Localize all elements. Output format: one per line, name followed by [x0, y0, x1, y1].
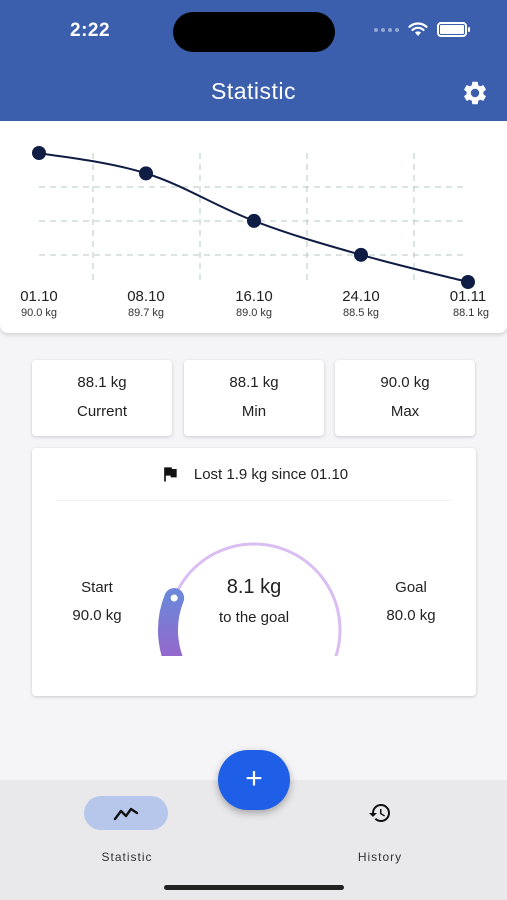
x-tick-label: 08.10 [127, 288, 165, 305]
x-tick-label: 16.10 [235, 288, 273, 305]
lost-text: Lost 1.9 kg since 01.10 [193, 465, 349, 483]
goal-progress-card: Lost 1.9 kg since 01.10 Start 90.0 kg Go… [32, 448, 476, 696]
stat-card-current: 88.1 kg Current [32, 360, 172, 436]
tab-label: Statistic [101, 850, 153, 864]
lost-summary: Lost 1.9 kg since 01.10 [32, 464, 476, 484]
data-point [247, 213, 261, 228]
stat-card-min: 88.1 kg Min [184, 360, 324, 436]
wifi-icon [408, 22, 428, 36]
stat-label: Max [390, 403, 420, 420]
stat-label: Current [76, 403, 128, 420]
gauge-fill [158, 588, 185, 656]
weight-label: 88.1 kg [453, 307, 489, 319]
home-indicator [164, 885, 344, 890]
trend-icon [113, 807, 139, 821]
gauge-knob [170, 594, 178, 602]
start-label: Start [81, 579, 113, 596]
stat-value: 88.1 kg [229, 374, 279, 391]
weight-label: 90.0 kg [21, 307, 57, 319]
tab-history[interactable]: History [315, 796, 445, 864]
stat-card-max: 90.0 kg Max [335, 360, 475, 436]
data-point [139, 166, 153, 181]
start-value: 90.0 kg [72, 607, 122, 624]
history-icon [369, 804, 390, 822]
battery-icon [437, 22, 470, 37]
tab-statistic[interactable]: Statistic [62, 796, 192, 864]
data-point [32, 146, 46, 160]
page-title: Statistic [210, 78, 297, 104]
goal-value: 80.0 kg [386, 607, 436, 624]
weight-label: 89.0 kg [236, 307, 272, 319]
stat-value: 90.0 kg [380, 374, 430, 391]
cellular-signal-icon [374, 27, 399, 32]
gear-icon[interactable] [461, 79, 489, 107]
weight-label: 88.5 kg [343, 307, 379, 319]
weight-line-chart: 01.10 90.0 kg 08.10 89.7 kg 16.10 89.0 kg 24.1… [20, 146, 489, 319]
x-tick-label: 24.10 [342, 288, 380, 305]
x-tick-label: 01.11 [450, 288, 486, 305]
tab-label: History [357, 850, 403, 864]
stat-label: Min [241, 403, 267, 420]
data-point [354, 247, 368, 262]
flag-icon [164, 467, 177, 482]
stat-value: 88.1 kg [77, 374, 127, 391]
app-header: 2:22 Statistic [0, 0, 507, 121]
divider [56, 500, 452, 501]
x-tick-label: 01.10 [20, 288, 58, 305]
gauge-track [166, 542, 342, 656]
remaining-value: 8.1 kg [226, 576, 282, 598]
weight-chart-card: 01.10 90.0 kg 08.10 89.7 kg 16.10 89.0 kg 24.1… [0, 121, 507, 333]
weight-label: 89.7 kg [128, 307, 164, 319]
data-point [461, 275, 475, 289]
dynamic-island [173, 12, 335, 52]
status-time: 2:22 [70, 20, 111, 41]
remaining-label: to the goal [218, 609, 290, 626]
add-entry-button[interactable]: + [218, 750, 290, 810]
status-icons [374, 22, 470, 37]
goal-label: Goal [395, 579, 427, 596]
